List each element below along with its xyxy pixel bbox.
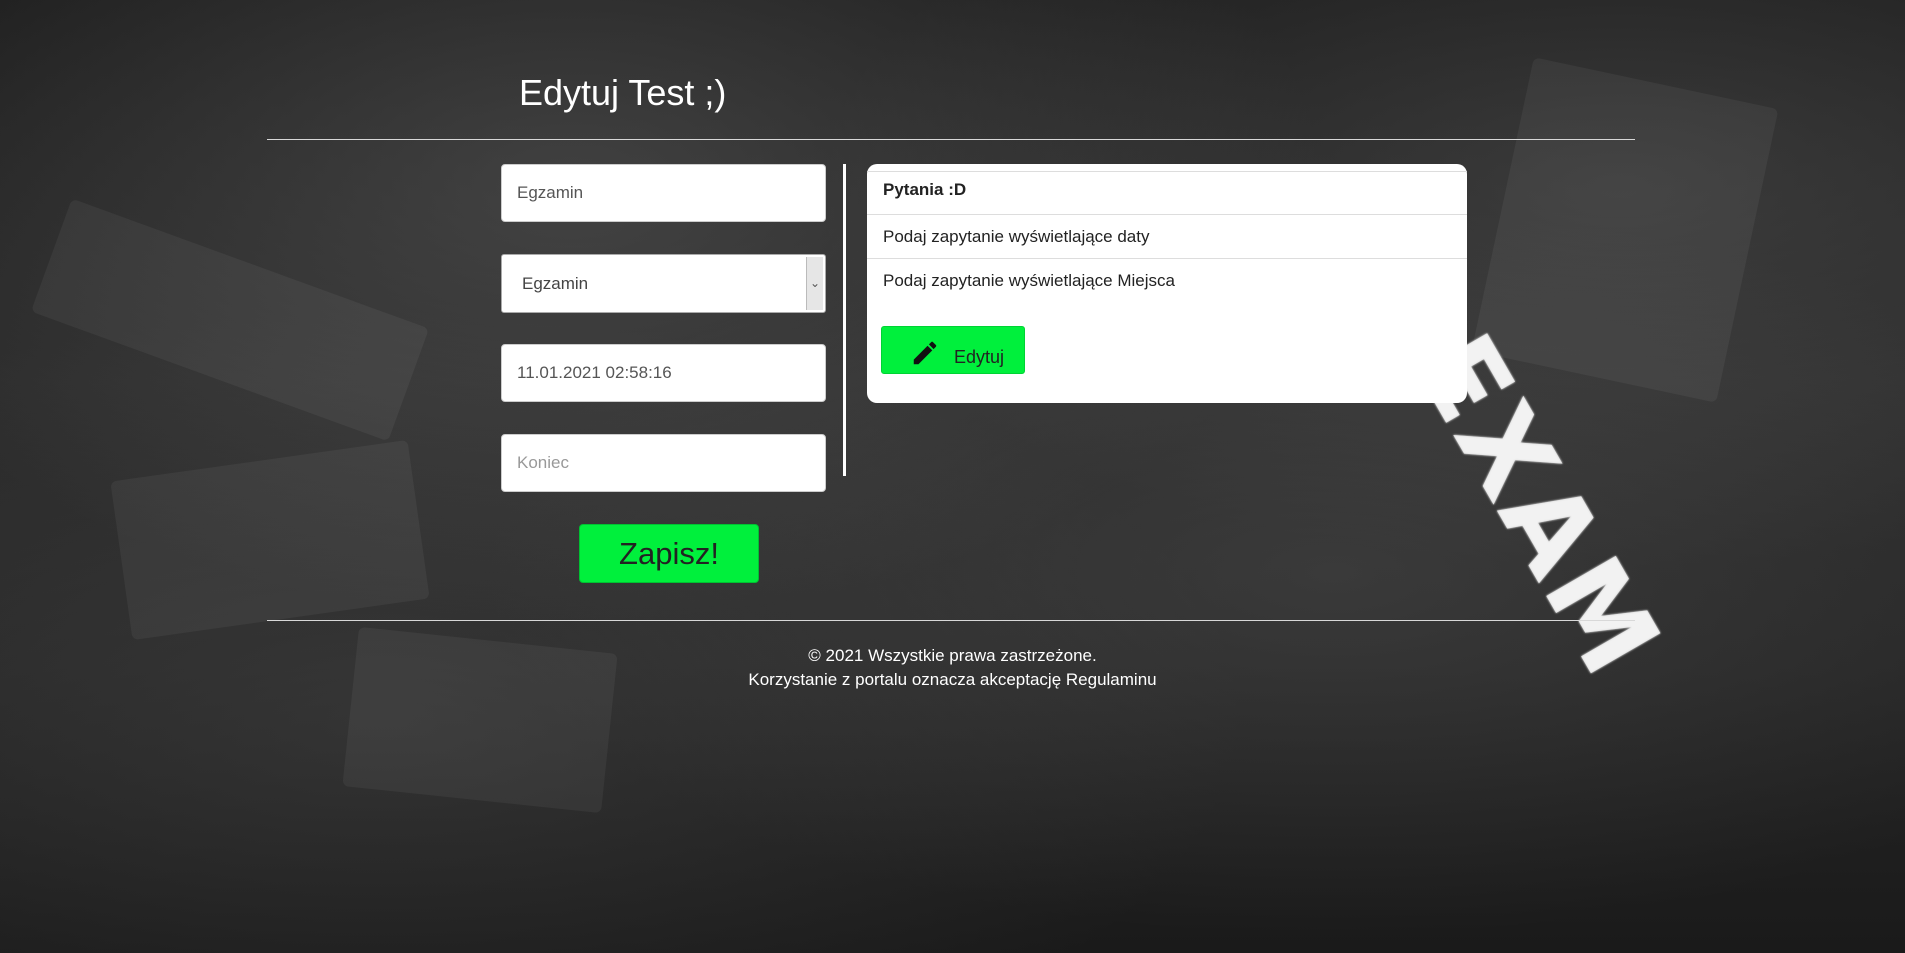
question-item: Podaj zapytanie wyświetlające Miejsca [867, 258, 1467, 302]
page-title: Edytuj Test ;) [519, 72, 727, 113]
start-date-input[interactable] [501, 344, 826, 402]
chalk-smudge [1471, 57, 1779, 403]
test-name-input[interactable] [501, 164, 826, 222]
save-button[interactable]: Zapisz! [579, 524, 759, 583]
edit-questions-button[interactable]: Edytuj [881, 326, 1025, 374]
category-select-value: Egzamin [522, 274, 589, 293]
end-date-input[interactable] [501, 434, 826, 492]
column-divider [843, 164, 846, 476]
category-select[interactable]: Egzamin ⌄ [501, 254, 826, 313]
chalk-smudge [110, 439, 430, 641]
footer-divider [267, 620, 1635, 621]
footer-copyright: © 2021 Wszystkie prawa zastrzeżone. [808, 646, 1097, 665]
chevron-down-icon[interactable]: ⌄ [806, 257, 823, 310]
questions-header: Pytania :D [867, 171, 1467, 207]
question-item: Podaj zapytanie wyświetlające daty [867, 214, 1467, 258]
pencil-icon [913, 341, 937, 365]
footer-terms: Korzystanie z portalu oznacza akceptację… [748, 670, 1157, 689]
edit-button-label: Edytuj [954, 347, 1005, 367]
chalk-smudge [30, 198, 430, 442]
questions-panel: Pytania :D Podaj zapytanie wyświetlające… [867, 164, 1467, 403]
header-divider [267, 139, 1635, 140]
